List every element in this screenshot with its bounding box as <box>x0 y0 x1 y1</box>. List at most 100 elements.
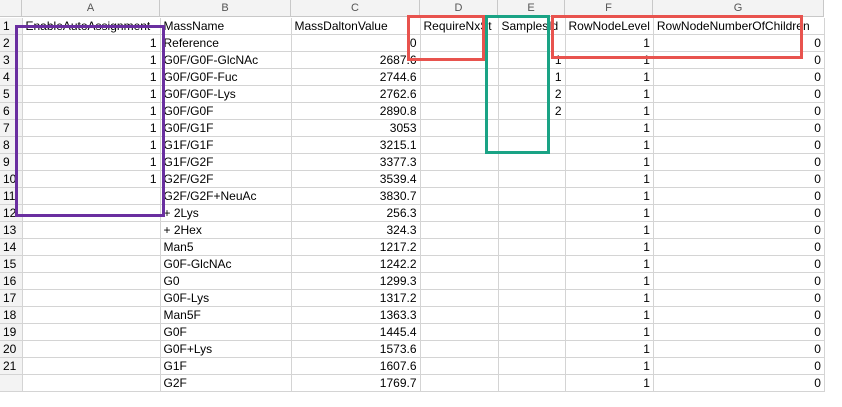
cell[interactable] <box>498 187 566 205</box>
cell[interactable]: 0 <box>653 51 825 69</box>
cell[interactable] <box>420 153 499 171</box>
row-header[interactable]: 9 <box>0 153 23 171</box>
column-header-g[interactable]: G <box>653 0 824 17</box>
header-cell[interactable]: MassName <box>160 18 292 35</box>
cell[interactable] <box>420 170 499 188</box>
cell[interactable]: 1 <box>498 51 566 69</box>
cell[interactable]: 1 <box>565 187 654 205</box>
cell[interactable]: G1F/G1F <box>160 136 292 154</box>
cell[interactable] <box>420 119 499 137</box>
cell[interactable]: 1 <box>498 68 566 86</box>
cell[interactable]: 1 <box>565 85 654 103</box>
cell[interactable]: G0F-Lys <box>160 289 292 307</box>
cell[interactable]: Man5 <box>160 238 292 256</box>
cell[interactable]: G0F/G0F-Fuc <box>160 68 292 86</box>
header-cell[interactable]: RowNodeLevel <box>565 18 654 35</box>
cell[interactable]: 1 <box>22 136 161 154</box>
cell[interactable]: Reference <box>160 34 292 52</box>
cell[interactable] <box>420 102 499 120</box>
cell[interactable]: 1 <box>565 374 654 392</box>
cell[interactable]: 0 <box>653 323 825 341</box>
cell[interactable]: 1 <box>565 119 654 137</box>
row-header[interactable]: 12 <box>0 204 23 222</box>
cell[interactable]: 0 <box>653 255 825 273</box>
cell[interactable] <box>420 136 499 154</box>
cell[interactable] <box>22 238 161 256</box>
cell[interactable]: 2890.8 <box>291 102 421 120</box>
cell[interactable] <box>420 68 499 86</box>
cell[interactable]: 3053 <box>291 119 421 137</box>
cell[interactable] <box>498 221 566 239</box>
select-all-corner[interactable] <box>0 0 22 17</box>
cell[interactable] <box>22 323 161 341</box>
cell[interactable]: 1 <box>22 102 161 120</box>
cell[interactable]: G0F/G1F <box>160 119 292 137</box>
cell[interactable]: 1 <box>565 306 654 324</box>
row-header[interactable]: 10 <box>0 170 23 188</box>
cell[interactable]: 1 <box>565 136 654 154</box>
cell[interactable] <box>420 289 499 307</box>
cell[interactable] <box>22 221 161 239</box>
cell[interactable]: G0 <box>160 272 292 290</box>
cell[interactable] <box>498 255 566 273</box>
cell[interactable]: 2 <box>498 85 566 103</box>
cell[interactable]: G0F/G0F-Lys <box>160 85 292 103</box>
row-header[interactable]: 14 <box>0 238 23 256</box>
cell[interactable] <box>498 238 566 256</box>
cell[interactable] <box>22 187 161 205</box>
cell[interactable]: 0 <box>653 153 825 171</box>
cell[interactable] <box>420 306 499 324</box>
cell[interactable] <box>498 374 566 392</box>
cell[interactable]: 0 <box>653 204 825 222</box>
row-header[interactable]: 19 <box>0 323 23 341</box>
cell[interactable]: 1363.3 <box>291 306 421 324</box>
header-cell[interactable]: RowNodeNumberOfChildren <box>653 18 825 35</box>
cell[interactable] <box>498 289 566 307</box>
row-header[interactable]: 17 <box>0 289 23 307</box>
cell[interactable] <box>22 289 161 307</box>
cell[interactable] <box>420 221 499 239</box>
cell[interactable]: 1242.2 <box>291 255 421 273</box>
cell[interactable] <box>420 340 499 358</box>
cell[interactable] <box>420 255 499 273</box>
cell[interactable] <box>420 51 499 69</box>
cell[interactable]: 1607.6 <box>291 357 421 375</box>
cell[interactable] <box>498 323 566 341</box>
cell[interactable]: 1445.4 <box>291 323 421 341</box>
cell[interactable]: G2F <box>160 374 292 392</box>
cell[interactable] <box>420 238 499 256</box>
cell[interactable] <box>498 204 566 222</box>
cell[interactable] <box>22 357 161 375</box>
cell[interactable]: 0 <box>653 85 825 103</box>
cell[interactable]: 1 <box>565 170 654 188</box>
cell[interactable]: 0 <box>653 136 825 154</box>
row-header[interactable]: 5 <box>0 85 23 103</box>
cell[interactable]: 0 <box>653 34 825 52</box>
row-header[interactable]: 16 <box>0 272 23 290</box>
cell[interactable]: 1 <box>565 221 654 239</box>
cell[interactable]: 3215.1 <box>291 136 421 154</box>
cell[interactable]: 1 <box>565 340 654 358</box>
cell[interactable]: 1217.2 <box>291 238 421 256</box>
cell[interactable]: 0 <box>653 374 825 392</box>
cell[interactable]: 0 <box>653 238 825 256</box>
cell[interactable]: 1317.2 <box>291 289 421 307</box>
cell[interactable]: G2F/G2F <box>160 170 292 188</box>
cell[interactable] <box>22 204 161 222</box>
cell[interactable] <box>498 306 566 324</box>
cell[interactable]: G0F/G0F <box>160 102 292 120</box>
cell[interactable] <box>420 374 499 392</box>
cell[interactable]: G1F/G2F <box>160 153 292 171</box>
row-header[interactable]: 4 <box>0 68 23 86</box>
row-header[interactable]: 8 <box>0 136 23 154</box>
cell[interactable]: 1 <box>565 102 654 120</box>
cell[interactable] <box>22 306 161 324</box>
row-header[interactable]: 15 <box>0 255 23 273</box>
cell[interactable] <box>420 323 499 341</box>
column-header-f[interactable]: F <box>565 0 653 17</box>
cell[interactable]: G1F <box>160 357 292 375</box>
cell[interactable]: 1 <box>22 153 161 171</box>
cell[interactable] <box>420 187 499 205</box>
cell[interactable]: 0 <box>653 306 825 324</box>
cell[interactable]: 0 <box>653 170 825 188</box>
